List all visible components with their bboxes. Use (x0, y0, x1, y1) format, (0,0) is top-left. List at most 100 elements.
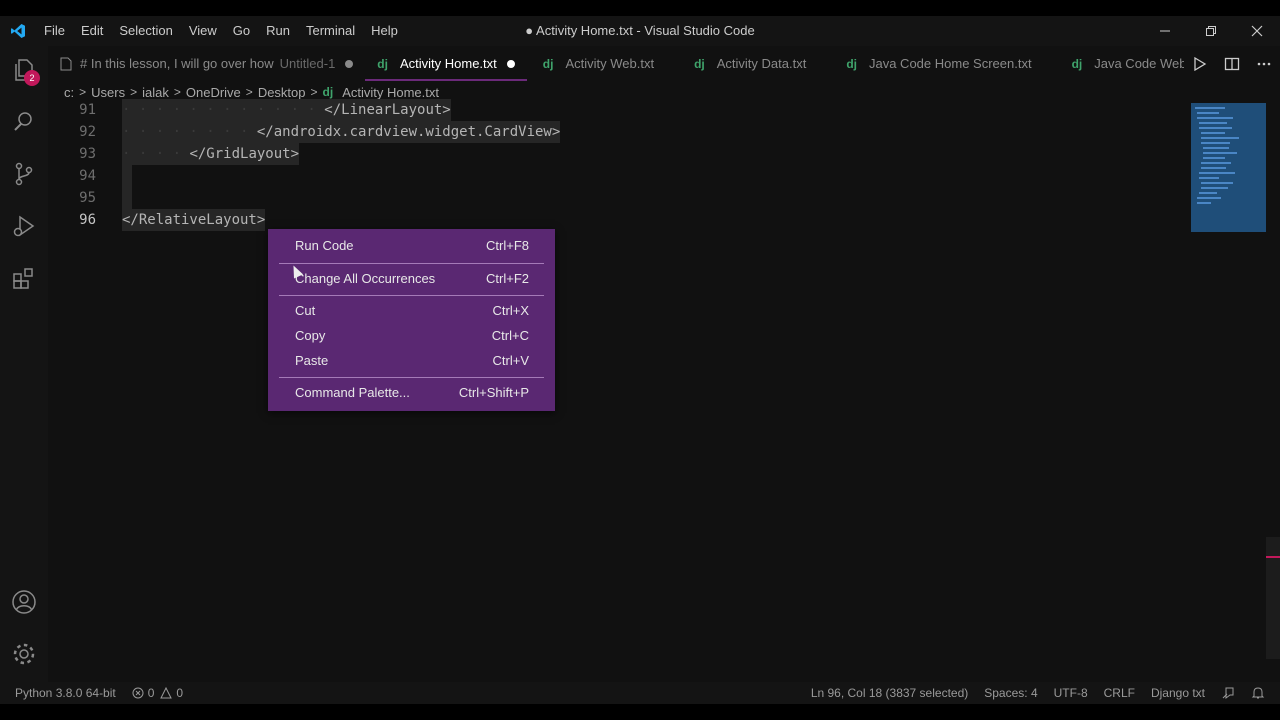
minimap-line (1203, 157, 1225, 159)
tab-activity-web[interactable]: dj Activity Web.txt (527, 46, 682, 81)
chevron-right-icon: > (79, 85, 87, 99)
minimize-button[interactable] (1142, 16, 1188, 46)
tab-label: Java Code Home Screen.txt (868, 56, 1032, 71)
menu-item-shortcut: Ctrl+F2 (486, 271, 529, 286)
code-editor[interactable]: 91 · · · · · · · · · · · · </LinearLayou… (48, 99, 1188, 231)
menu-separator (279, 377, 544, 378)
breadcrumb-item[interactable]: OneDrive (186, 85, 241, 100)
minimap-line (1201, 137, 1239, 139)
menu-view[interactable]: View (181, 16, 225, 46)
menu-separator (279, 295, 544, 296)
breadcrumb-item[interactable]: ialak (142, 85, 169, 100)
django-icon: dj (377, 56, 388, 71)
editor-actions (1184, 46, 1280, 81)
run-button[interactable] (1184, 46, 1216, 81)
menu-item-command-palette[interactable]: Command Palette... Ctrl+Shift+P (268, 381, 555, 405)
menu-item-label: Copy (295, 328, 326, 343)
line-number: 92 (79, 124, 96, 140)
menu-item-shortcut: Ctrl+C (491, 328, 529, 343)
chevron-right-icon: > (173, 85, 181, 99)
restore-icon (1206, 26, 1216, 36)
code-text (122, 187, 132, 209)
django-icon: dj (846, 56, 857, 71)
minimize-icon (1160, 30, 1170, 32)
menu-item-shortcut: Ctrl+V (492, 353, 529, 368)
close-window-button[interactable] (1234, 16, 1280, 46)
accounts-button[interactable] (0, 578, 48, 626)
tab-untitled-1[interactable]: # In this lesson, I will go over how Unt… (48, 46, 365, 81)
manage-button[interactable] (0, 630, 48, 678)
minimap-line (1201, 132, 1225, 134)
tab-sublabel: Untitled-1 (279, 56, 336, 71)
code-line: 91 · · · · · · · · · · · · </LinearLayou… (48, 99, 1188, 121)
editor-area: # In this lesson, I will go over how Unt… (48, 46, 1280, 682)
split-editor-icon (1224, 57, 1240, 70)
menu-item-cut[interactable]: Cut Ctrl+X (268, 299, 555, 323)
feedback-icon (1222, 687, 1234, 699)
menu-edit[interactable]: Edit (73, 16, 111, 46)
video-letterbox-bottom (0, 704, 1280, 720)
notifications-button[interactable] (1251, 686, 1265, 700)
split-editor-button[interactable] (1216, 46, 1248, 81)
menu-item-label: Change All Occurrences (295, 271, 436, 286)
chevron-right-icon: > (245, 85, 253, 99)
minimap-line (1201, 187, 1228, 189)
tab-activity-home[interactable]: dj Activity Home.txt (365, 46, 526, 81)
menu-item-change-all-occurrences[interactable]: Change All Occurrences Ctrl+F2 (268, 267, 555, 291)
cursor-position[interactable]: Ln 96, Col 18 (3837 selected) (811, 686, 968, 700)
indentation[interactable]: Spaces: 4 (984, 686, 1037, 700)
window-controls (1142, 16, 1280, 46)
menu-file[interactable]: File (36, 16, 73, 46)
close-icon (1251, 25, 1263, 37)
breadcrumb-item[interactable]: Users (91, 85, 125, 100)
breadcrumb-item[interactable]: c: (64, 85, 74, 100)
restore-button[interactable] (1188, 16, 1234, 46)
menu-item-run-code[interactable]: Run Code Ctrl+F8 (268, 234, 555, 258)
django-icon: dj (542, 56, 554, 71)
status-bar: Python 3.8.0 64-bit 0 0 Ln 96, Col 18 (3… (0, 682, 1280, 704)
explorer-button[interactable]: 2 (0, 46, 48, 94)
extensions-button[interactable] (0, 254, 48, 302)
menu-item-label: Run Code (295, 238, 354, 253)
unsaved-dot-icon[interactable] (506, 59, 515, 68)
line-number: 93 (79, 146, 96, 162)
menu-item-copy[interactable]: Copy Ctrl+C (268, 324, 555, 348)
breadcrumb-file[interactable]: Activity Home.txt (342, 85, 439, 100)
menu-selection[interactable]: Selection (111, 16, 180, 46)
menu-go[interactable]: Go (225, 16, 258, 46)
warning-count: 0 (176, 686, 184, 700)
vscode-logo-icon (0, 16, 36, 46)
more-actions-button[interactable] (1248, 46, 1280, 81)
breadcrumb-item[interactable]: Desktop (258, 85, 306, 100)
source-control-button[interactable] (0, 150, 48, 198)
line-number: 95 (79, 190, 96, 206)
context-menu: Run Code Ctrl+F8 Change All Occurrences … (268, 229, 555, 411)
unsaved-dot-icon[interactable] (345, 59, 354, 68)
minimap-line (1201, 182, 1233, 184)
code-text (122, 165, 132, 187)
run-debug-button[interactable] (0, 202, 48, 250)
menu-terminal[interactable]: Terminal (298, 16, 363, 46)
language-mode[interactable]: Django txt (1151, 686, 1205, 700)
menu-item-label: Command Palette... (295, 385, 410, 400)
menu-item-shortcut: Ctrl+F8 (486, 238, 529, 253)
code-line: 92 · · · · · · · · </androidx.cardview.w… (48, 121, 1188, 143)
menu-separator (279, 263, 544, 264)
encoding[interactable]: UTF-8 (1054, 686, 1088, 700)
search-button[interactable] (0, 98, 48, 146)
menu-run[interactable]: Run (258, 16, 298, 46)
tab-java-code-home-screen[interactable]: dj Java Code Home Screen.txt (834, 46, 1059, 81)
line-endings[interactable]: CRLF (1104, 686, 1135, 700)
menu-help[interactable]: Help (363, 16, 406, 46)
menu-item-paste[interactable]: Paste Ctrl+V (268, 349, 555, 373)
minimap-line (1195, 107, 1225, 109)
problems-indicator[interactable]: 0 0 (132, 686, 183, 700)
menu-item-shortcut: Ctrl+Shift+P (458, 385, 529, 400)
python-interpreter[interactable]: Python 3.8.0 64-bit (15, 686, 116, 700)
tab-activity-data[interactable]: dj Activity Data.txt (682, 46, 834, 81)
feedback-button[interactable] (1221, 686, 1235, 700)
minimap-line (1201, 162, 1231, 164)
code-line: 93 · · · · </GridLayout> (48, 143, 1188, 165)
minimap[interactable] (1191, 103, 1266, 232)
minimap-line (1199, 127, 1232, 129)
